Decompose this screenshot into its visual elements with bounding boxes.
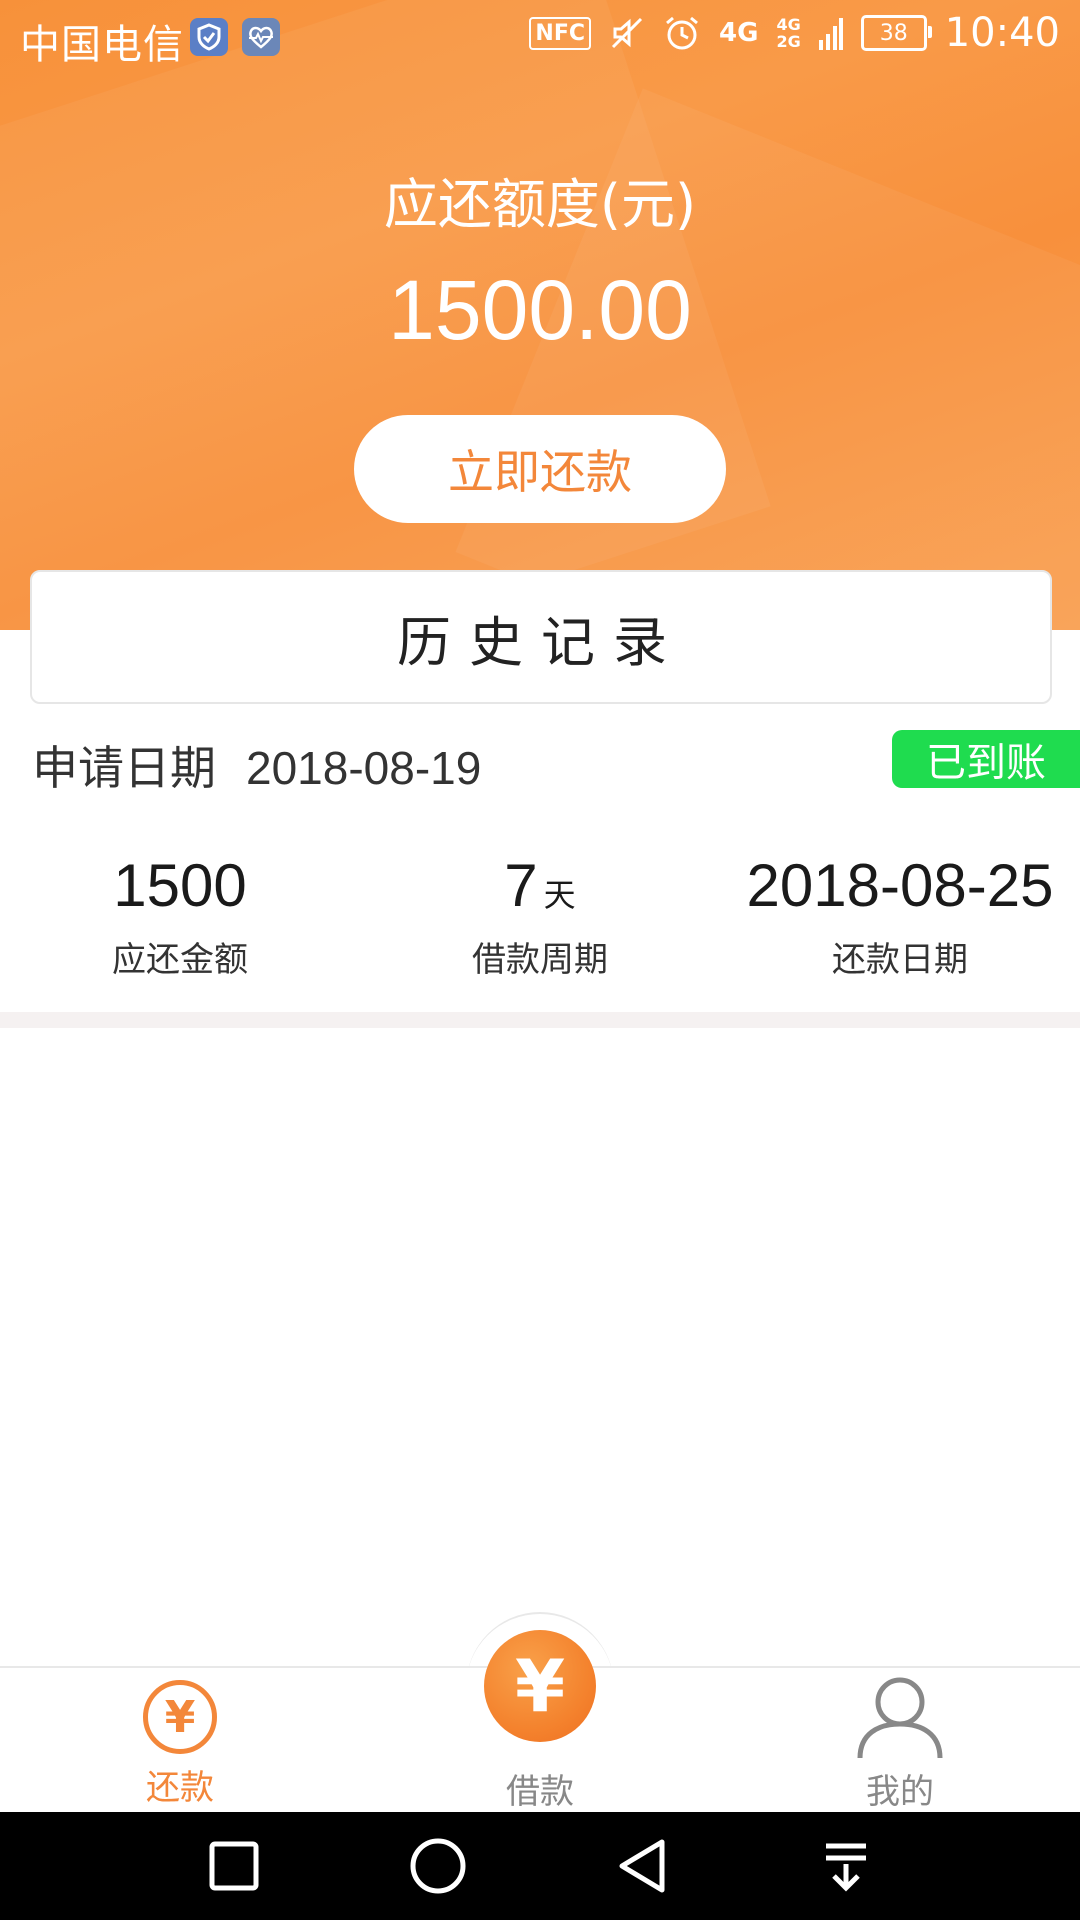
quota-label: 应还额度(元) (383, 173, 697, 236)
yuan-circle-icon: ¥ (143, 1680, 217, 1754)
alarm-icon (663, 14, 701, 52)
header-banner: 中国电信 NFC 4G 4G 2G 38 10:40 应还额度(元) 1500.… (0, 0, 1080, 630)
yuan-filled-icon[interactable]: ¥ (484, 1630, 596, 1742)
loan-record[interactable]: 申请日期 2018-08-19 已到账 1500 应还金额 7天 借款周期 20… (0, 710, 1080, 1010)
loan-period-value: 7 (504, 852, 538, 919)
signal-top-label: 4G (776, 15, 801, 34)
stat-repay-date: 2018-08-25 还款日期 (720, 850, 1080, 981)
stat-label: 还款日期 (832, 940, 968, 980)
stat-label: 借款周期 (472, 940, 608, 980)
apply-date-value: 2018-08-19 (246, 742, 482, 794)
amount-due-value: 1500 (113, 852, 247, 919)
tab-mine[interactable]: 我的 (800, 1668, 1000, 1814)
repay-now-button[interactable]: 立即还款 (354, 415, 726, 523)
tab-repay[interactable]: ¥ 还款 (80, 1668, 280, 1814)
quota-amount: 1500.00 (388, 263, 692, 357)
tab-repay-label: 还款 (146, 1768, 214, 1808)
nfc-icon: NFC (529, 16, 592, 50)
loan-period-unit: 天 (543, 876, 576, 914)
signal-icon: 4G 2G (776, 16, 800, 50)
loan-app-screen: 中国电信 NFC 4G 4G 2G 38 10:40 应还额度(元) 1500.… (0, 0, 1080, 1920)
status-badge: 已到账 (892, 730, 1080, 788)
signal-bars-icon (818, 16, 843, 50)
loan-stats: 1500 应还金额 7天 借款周期 2018-08-25 还款日期 (0, 850, 1080, 981)
tab-borrow-label: 借款 (506, 1772, 574, 1812)
apply-row: 申请日期 2018-08-19 (32, 732, 481, 798)
stat-loan-period: 7天 借款周期 (360, 850, 720, 981)
stat-label: 应还金额 (112, 940, 248, 980)
back-button[interactable] (582, 1812, 702, 1920)
section-divider (0, 1012, 1080, 1028)
home-button[interactable] (378, 1812, 498, 1920)
tab-mine-label: 我的 (866, 1772, 934, 1812)
carrier-name: 中国电信 (20, 22, 184, 68)
network-4g-icon: 4G (719, 18, 759, 48)
shield-app-icon (190, 18, 228, 56)
system-nav-bar (0, 1812, 1080, 1920)
health-app-icon (242, 18, 280, 56)
stat-value: 7天 (360, 850, 720, 922)
recent-apps-button[interactable] (174, 1812, 294, 1920)
stat-value: 1500 (0, 850, 360, 922)
battery-icon: 38 (860, 15, 932, 51)
notification-pulldown-button[interactable] (786, 1812, 906, 1920)
apply-date-label: 申请日期 (32, 741, 216, 795)
status-icons: NFC 4G 4G 2G 38 10:40 (529, 10, 1060, 56)
stat-value: 2018-08-25 (720, 850, 1080, 922)
repay-date-value: 2018-08-25 (746, 852, 1054, 919)
status-bar: 中国电信 NFC 4G 4G 2G 38 10:40 (0, 0, 1080, 72)
clock: 10:40 (944, 10, 1060, 56)
signal-bottom-label: 2G (776, 32, 801, 51)
user-icon (854, 1674, 946, 1760)
history-records-button[interactable]: 历史记录 (30, 570, 1052, 704)
stat-amount-due: 1500 应还金额 (0, 850, 360, 981)
mute-icon (609, 15, 645, 51)
